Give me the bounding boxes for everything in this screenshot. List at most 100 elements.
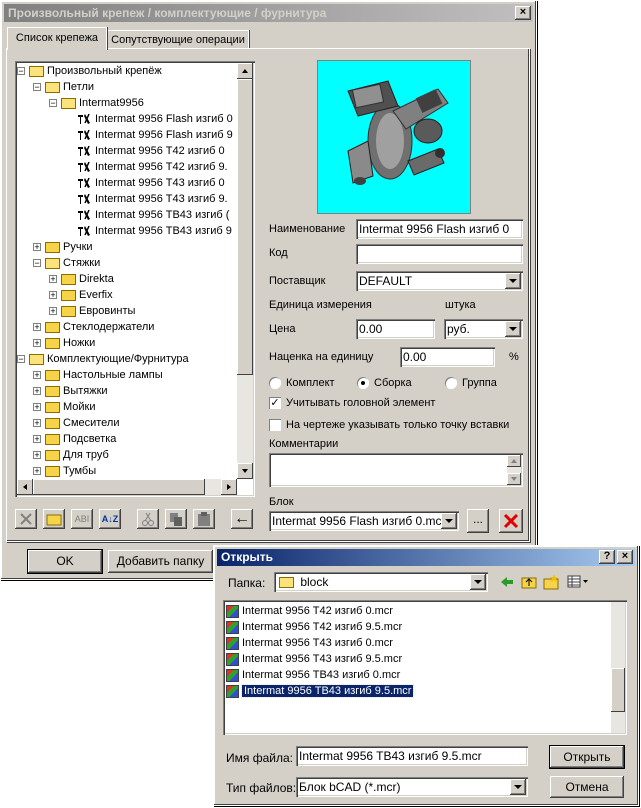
radio-set-label[interactable]: Комплект: [286, 377, 335, 389]
tree-folder[interactable]: − Петли: [33, 79, 94, 95]
tree-folder[interactable]: + Для труб: [33, 447, 109, 463]
check-insert-point-only[interactable]: [269, 419, 281, 431]
collapse-minus-icon[interactable]: −: [17, 355, 25, 364]
tree-folder[interactable]: − Стяжки: [33, 255, 100, 271]
tree-folder[interactable]: − Комплектующие/Фурнитура: [17, 351, 189, 367]
tree-scroll-right-button[interactable]: [221, 479, 237, 495]
price-input[interactable]: 0.00: [356, 319, 435, 339]
radio-group[interactable]: [445, 377, 457, 389]
code-input[interactable]: [356, 244, 523, 264]
tree-folder[interactable]: + Евровинты: [49, 303, 135, 319]
file-list-item[interactable]: Intermat 9956 T42 изгиб 0.mcr: [226, 603, 393, 619]
tree-folder[interactable]: + Тумбы: [33, 463, 96, 479]
file-list[interactable]: Intermat 9956 T42 изгиб 0.mcr Intermat 99…: [223, 600, 627, 735]
filetype-dropdown-arrow-icon[interactable]: [510, 779, 526, 795]
radio-assembly[interactable]: [357, 377, 369, 389]
tree-item[interactable]: Intermat 9956 TB43 изгиб 9: [77, 223, 232, 239]
supplier-dropdown-arrow-icon[interactable]: [505, 273, 521, 289]
file-scroll-thumb[interactable]: [611, 668, 625, 712]
expand-plus-icon[interactable]: +: [33, 371, 41, 380]
radio-set[interactable]: [269, 377, 281, 389]
tree-scroll-left-button[interactable]: [17, 479, 33, 495]
open-dialog-close-button[interactable]: ×: [617, 550, 633, 564]
block-clear-button[interactable]: [499, 509, 523, 533]
folder-select[interactable]: block: [274, 572, 488, 592]
currency-select[interactable]: руб.: [444, 319, 523, 339]
view-menu-icon[interactable]: [566, 573, 590, 591]
expand-plus-icon[interactable]: +: [33, 435, 41, 444]
filename-input[interactable]: Intermat 9956 TB43 изгиб 9.5.mcr: [296, 746, 528, 766]
cancel-button[interactable]: Отмена: [550, 776, 624, 798]
tree-scroll-down-button[interactable]: [237, 463, 253, 479]
sort-tool-icon[interactable]: A↓Z: [99, 509, 121, 529]
tree-folder[interactable]: + Стеклодержатели: [33, 319, 154, 335]
rename-tool-icon[interactable]: ABI: [71, 509, 93, 529]
supplier-select[interactable]: DEFAULT: [356, 271, 523, 291]
tree-folder[interactable]: − Произвольный крепёж: [17, 63, 162, 79]
expand-plus-icon[interactable]: +: [33, 419, 41, 428]
expand-plus-icon[interactable]: +: [49, 275, 57, 284]
fastener-tree[interactable]: − Произвольный крепёж − Петли − Intermat9956 I…: [15, 61, 255, 497]
tree-item[interactable]: Intermat 9956 T42 изгиб 0: [77, 143, 225, 159]
comments-textarea[interactable]: [269, 453, 523, 487]
expand-plus-icon[interactable]: +: [33, 467, 41, 476]
tab-list-fasteners[interactable]: Список крепежа: [7, 27, 107, 50]
file-list-item[interactable]: Intermat 9956 TB43 изгиб 0.mcr: [226, 667, 400, 683]
collapse-minus-icon[interactable]: −: [49, 99, 57, 108]
tree-folder[interactable]: + Direkta: [49, 271, 114, 287]
tree-item[interactable]: Intermat 9956 TB43 изгиб (: [77, 207, 229, 223]
expand-plus-icon[interactable]: +: [49, 307, 57, 316]
move-left-arrow-icon[interactable]: ←: [231, 509, 253, 529]
filetype-select[interactable]: Блок bCAD (*.mcr): [296, 777, 528, 797]
delete-tool-icon[interactable]: [15, 509, 37, 529]
comments-scroll-up-button[interactable]: [507, 455, 521, 467]
tree-scrollbar-vertical[interactable]: [237, 63, 253, 479]
main-dialog-close-button[interactable]: ×: [515, 6, 531, 20]
currency-dropdown-arrow-icon[interactable]: [505, 321, 521, 337]
tree-folder[interactable]: + Ручки: [33, 239, 93, 255]
tree-item[interactable]: Intermat 9956 Flash изгиб 0: [77, 111, 233, 127]
tree-folder[interactable]: + Ножки: [33, 335, 95, 351]
markup-input[interactable]: 0.00: [400, 347, 495, 367]
folder-dropdown-arrow-icon[interactable]: [470, 574, 486, 590]
expand-plus-icon[interactable]: +: [49, 291, 57, 300]
expand-plus-icon[interactable]: +: [33, 403, 41, 412]
tree-folder[interactable]: − Intermat9956: [49, 95, 144, 111]
tree-scroll-up-button[interactable]: [237, 63, 253, 79]
expand-plus-icon[interactable]: +: [33, 243, 41, 252]
file-list-item[interactable]: Intermat 9956 T43 изгиб 0.mcr: [226, 635, 393, 651]
tree-item[interactable]: Intermat 9956 T43 изгиб 9.: [77, 191, 228, 207]
back-arrow-icon[interactable]: [498, 573, 516, 591]
add-folder-button[interactable]: Добавить папку: [108, 550, 213, 573]
new-folder-tool-icon[interactable]: [43, 509, 65, 529]
tree-item[interactable]: Intermat 9956 Flash изгиб 9: [77, 127, 233, 143]
paste-tool-icon[interactable]: [193, 509, 215, 529]
ok-button[interactable]: OK: [28, 550, 102, 573]
check-head-element-label[interactable]: Учитывать головной элемент: [286, 397, 435, 409]
tree-scroll-thumb[interactable]: [237, 79, 253, 375]
tab-related-operations[interactable]: Сопутствующие операции: [107, 30, 249, 49]
file-list-item[interactable]: Intermat 9956 T43 изгиб 9.5.mcr: [226, 651, 402, 667]
file-list-item[interactable]: Intermat 9956 TB43 изгиб 9.5.mcr: [226, 683, 415, 699]
collapse-minus-icon[interactable]: −: [33, 83, 41, 92]
copy-tool-icon[interactable]: [165, 509, 187, 529]
block-browse-button[interactable]: ...: [467, 509, 489, 533]
cut-tool-icon[interactable]: [137, 509, 159, 529]
tree-folder[interactable]: + Вытяжки: [33, 383, 108, 399]
tree-item[interactable]: Intermat 9956 T42 изгиб 9.: [77, 159, 228, 175]
expand-plus-icon[interactable]: +: [33, 387, 41, 396]
check-head-element[interactable]: ✓: [269, 397, 281, 409]
expand-plus-icon[interactable]: +: [33, 451, 41, 460]
comments-scroll-down-button[interactable]: [507, 473, 521, 485]
tree-folder[interactable]: + Смесители: [33, 415, 120, 431]
block-dropdown-arrow-icon[interactable]: [441, 513, 457, 529]
block-select[interactable]: Intermat 9956 Flash изгиб 0.mcr: [269, 511, 459, 531]
tree-folder[interactable]: + Подсветка: [33, 431, 116, 447]
open-dialog-help-button[interactable]: ?: [599, 550, 615, 564]
open-button[interactable]: Открыть: [550, 746, 624, 768]
name-input[interactable]: Intermat 9956 Flash изгиб 0: [356, 219, 523, 239]
tree-scrollbar-horizontal[interactable]: [17, 479, 237, 495]
tree-item[interactable]: Intermat 9956 T43 изгиб 0: [77, 175, 225, 191]
up-folder-icon[interactable]: [520, 573, 538, 591]
expand-plus-icon[interactable]: +: [33, 323, 41, 332]
